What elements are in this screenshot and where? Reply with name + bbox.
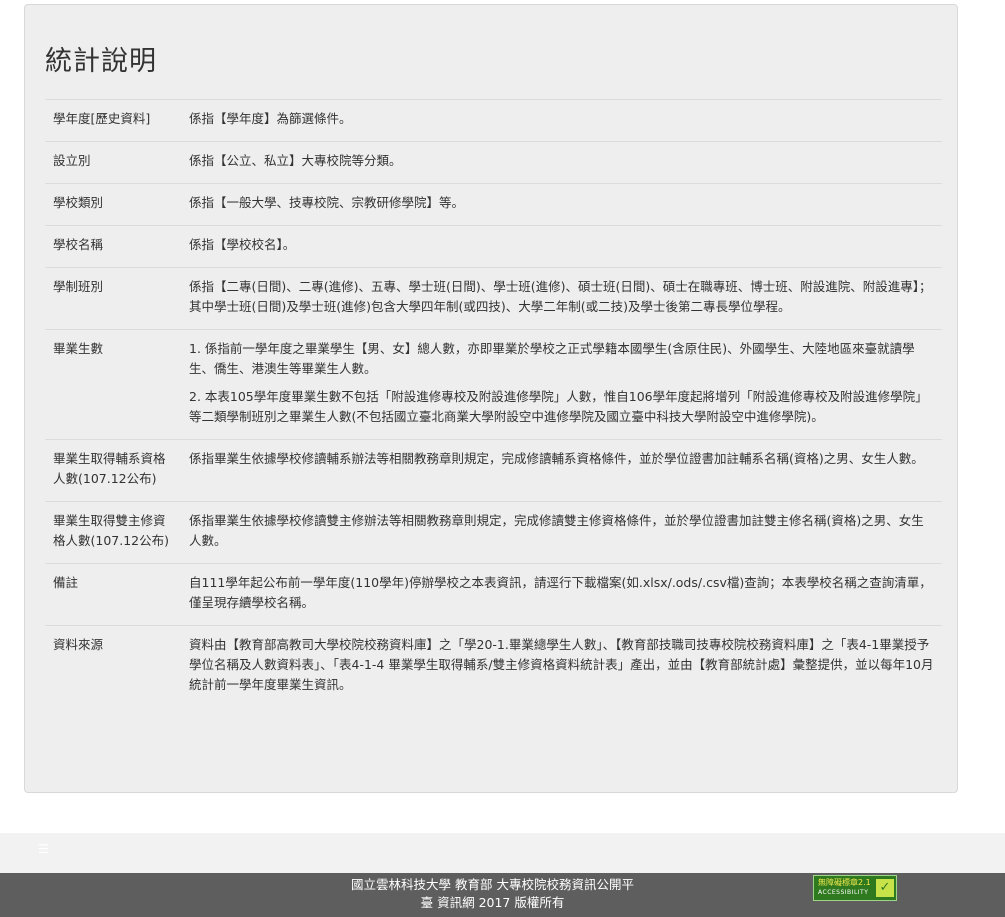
definition-row: 畢業生取得輔系資格人數(107.12公布) 係指畢業生依據學校修讀輔系辦法等相關教… xyxy=(45,439,942,502)
definition-term: 學校類別 xyxy=(53,195,104,210)
footer-spacer xyxy=(0,833,1005,873)
definition-description: 係指畢業生依據學校修讀輔系辦法等相關教務章則規定，完成修讀輔系資格條件，並於學位… xyxy=(183,440,942,502)
definition-term: 畢業生數 xyxy=(53,341,104,356)
definition-term: 設立別 xyxy=(53,153,91,168)
definition-paragraph: 資料由【教育部高教司大學校院校務資料庫】之「學20-1.畢業總學生人數」、【教育… xyxy=(189,637,934,692)
definition-term: 備註 xyxy=(53,575,79,590)
definition-description: 係指【公立、私立】大專校院等分類。 xyxy=(183,142,942,184)
definition-description: 資料由【教育部高教司大學校院校務資料庫】之「學20-1.畢業總學生人數」、【教育… xyxy=(183,626,942,708)
definition-description: 係指【二專(日間)、二專(進修)、五專、學士班(日間)、學士班(進修)、碩士班(… xyxy=(183,268,942,330)
panel-title: 統計說明 xyxy=(45,46,157,77)
statistics-definition-table: 學年度[歷史資料] 係指【學年度】為篩選條件。設立別 係指【公立、私立】大專校院等分… xyxy=(45,99,942,707)
definition-paragraph: 係指【學校校名】。 xyxy=(189,237,296,252)
definition-description: 係指【學校校名】。 xyxy=(183,226,942,268)
definition-row: 學年度[歷史資料] 係指【學年度】為篩選條件。 xyxy=(45,99,942,142)
definition-row: 學校類別 係指【一般大學、技專校院、宗教研修學院】等。 xyxy=(45,183,942,226)
check-icon: ✓ xyxy=(876,879,894,897)
definition-term: 畢業生取得輔系資格人數(107.12公布) xyxy=(53,451,166,486)
definition-row: 畢業生數 1. 係指前一學年度之畢業學生【男、女】總人數，亦即畢業於學校之正式學籍… xyxy=(45,329,942,440)
menu-icon[interactable]: ☰ xyxy=(38,843,49,855)
definition-paragraph: 係指畢業生依據學校修讀輔系辦法等相關教務章則規定，完成修讀輔系資格條件，並於學位… xyxy=(189,451,924,466)
definition-description: 1. 係指前一學年度之畢業學生【男、女】總人數，亦即畢業於學校之正式學籍本國學生… xyxy=(183,330,942,440)
definition-term: 資料來源 xyxy=(53,637,104,652)
definition-paragraph: 2. 本表105學年度畢業生數不包括「附設進修專校及附設進修學院」人數，惟自10… xyxy=(189,389,928,424)
definition-paragraph: 係指【一般大學、技專校院、宗教研修學院】等。 xyxy=(189,195,465,210)
statistics-panel: 統計說明 學年度[歷史資料] 係指【學年度】為篩選條件。設立別 係指【公立、私立】大… xyxy=(24,4,958,793)
definition-paragraph: 係指【公立、私立】大專校院等分類。 xyxy=(189,153,402,168)
definition-row: 資料來源 資料由【教育部高教司大學校院校務資料庫】之「學20-1.畢業總學生人數」… xyxy=(45,625,942,708)
definition-term: 學校名稱 xyxy=(53,237,104,252)
definition-description: 係指畢業生依據學校修讀雙主修辦法等相關教務章則規定，完成修讀雙主修資格條件，並於… xyxy=(183,502,942,564)
definition-paragraph: 係指畢業生依據學校修讀雙主修辦法等相關教務章則規定，完成修讀雙主修資格條件，並於… xyxy=(189,513,924,548)
definition-paragraph: 自111學年起公布前一學年度(110學年)停辦學校之本表資訊，請逕行下載檔案(如… xyxy=(189,575,932,610)
definition-paragraph: 1. 係指前一學年度之畢業學生【男、女】總人數，亦即畢業於學校之正式學籍本國學生… xyxy=(189,341,915,376)
accessibility-badge[interactable]: 無障礙標章2.1 ACCESSIBILITY ✓ xyxy=(813,875,897,901)
site-footer: 國立雲林科技大學 教育部 大專校院校務資訊公開平 臺 資訊網 2017 版權所有… xyxy=(0,873,1005,917)
definition-row: 學校名稱 係指【學校校名】。 xyxy=(45,225,942,268)
definition-paragraph: 係指【二專(日間)、二專(進修)、五專、學士班(日間)、學士班(進修)、碩士班(… xyxy=(189,279,932,314)
definition-term: 學年度[歷史資料] xyxy=(53,111,151,126)
definition-description: 係指【學年度】為篩選條件。 xyxy=(183,100,942,142)
definition-description: 自111學年起公布前一學年度(110學年)停辦學校之本表資訊，請逕行下載檔案(如… xyxy=(183,564,942,626)
definition-row: 畢業生取得雙主修資格人數(107.12公布) 係指畢業生依據學校修讀雙主修辦法等相… xyxy=(45,501,942,564)
accessibility-badge-label: 無障礙標章2.1 xyxy=(818,878,871,887)
definition-row: 設立別 係指【公立、私立】大專校院等分類。 xyxy=(45,141,942,184)
definition-paragraph: 係指【學年度】為篩選條件。 xyxy=(189,111,352,126)
definition-row: 學制班別 係指【二專(日間)、二專(進修)、五專、學士班(日間)、學士班(進修)、… xyxy=(45,267,942,330)
definition-term: 畢業生取得雙主修資格人數(107.12公布) xyxy=(53,513,169,548)
definition-term: 學制班別 xyxy=(53,279,104,294)
definition-row: 備註 自111學年起公布前一學年度(110學年)停辦學校之本表資訊，請逕行下載檔案… xyxy=(45,563,942,626)
definition-description: 係指【一般大學、技專校院、宗教研修學院】等。 xyxy=(183,184,942,226)
